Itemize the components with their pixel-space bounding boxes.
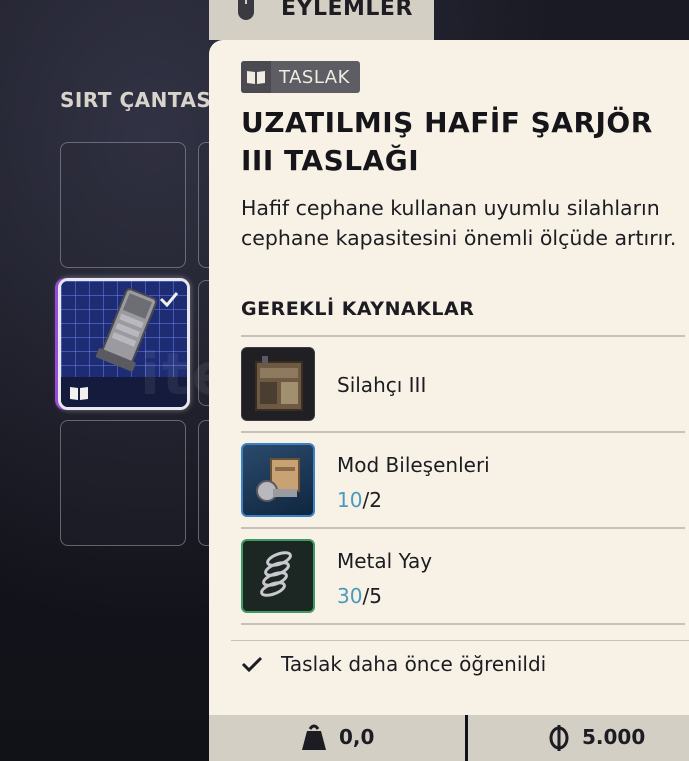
- inventory-slot[interactable]: [60, 420, 186, 546]
- requirement-count: 30/5: [337, 584, 382, 608]
- weight-bar: 0,0: [209, 715, 465, 761]
- blueprint-book-icon: [70, 387, 88, 400]
- item-description: Hafif cephane kullanan uyumlu silahların…: [241, 196, 677, 250]
- blueprint-tag-label: TASLAK: [279, 66, 350, 88]
- requirement-name: Metal Yay: [337, 549, 433, 573]
- requirement-row: Silahçı III: [241, 337, 685, 433]
- mouse-icon: [238, 0, 254, 20]
- weight-icon: [302, 724, 326, 750]
- price-value: 5.000: [582, 725, 646, 749]
- actions-tab-label: EYLEMLER: [281, 0, 413, 21]
- weight-value: 0,0: [339, 725, 375, 749]
- item-details-panel: TASLAK UZATILMIŞ HAFİF ŞARJÖR III TASLAĞ…: [209, 40, 689, 715]
- check-icon: [241, 656, 263, 673]
- requirement-row: Mod Bileşenleri 10/2: [241, 433, 685, 529]
- learned-status: Taslak daha önce öğrenildi: [241, 652, 546, 676]
- backpack-title: SIRT ÇANTASI: [60, 88, 220, 112]
- requirement-name: Mod Bileşenleri: [337, 453, 490, 477]
- metal-spring-icon: [241, 539, 315, 613]
- requirement-row: Metal Yay 30/5: [241, 529, 685, 625]
- requirement-have: 30: [337, 584, 363, 608]
- required-resources-title: GEREKLİ KAYNAKLAR: [241, 298, 475, 320]
- workbench-icon: [241, 347, 315, 421]
- coin-icon: [549, 725, 569, 751]
- item-title: UZATILMIŞ HAFİF ŞARJÖR III TASLAĞI: [241, 106, 653, 177]
- requirement-need: /2: [362, 488, 382, 512]
- inventory-slot[interactable]: [60, 142, 186, 268]
- price-bar: 5.000: [468, 715, 689, 761]
- divider: [231, 640, 689, 641]
- mod-components-icon: [241, 443, 315, 517]
- blueprint-tag: TASLAK: [241, 61, 360, 93]
- blueprint-book-icon: [241, 61, 271, 93]
- requirement-need: /5: [362, 584, 382, 608]
- divider: [241, 623, 685, 625]
- requirement-count: 10/2: [337, 488, 382, 512]
- check-icon: [159, 292, 179, 307]
- requirement-have: 10: [337, 488, 363, 512]
- learned-status-text: Taslak daha önce öğrenildi: [281, 652, 547, 676]
- actions-tab[interactable]: EYLEMLER: [209, 0, 434, 40]
- requirement-name: Silahçı III: [337, 373, 427, 397]
